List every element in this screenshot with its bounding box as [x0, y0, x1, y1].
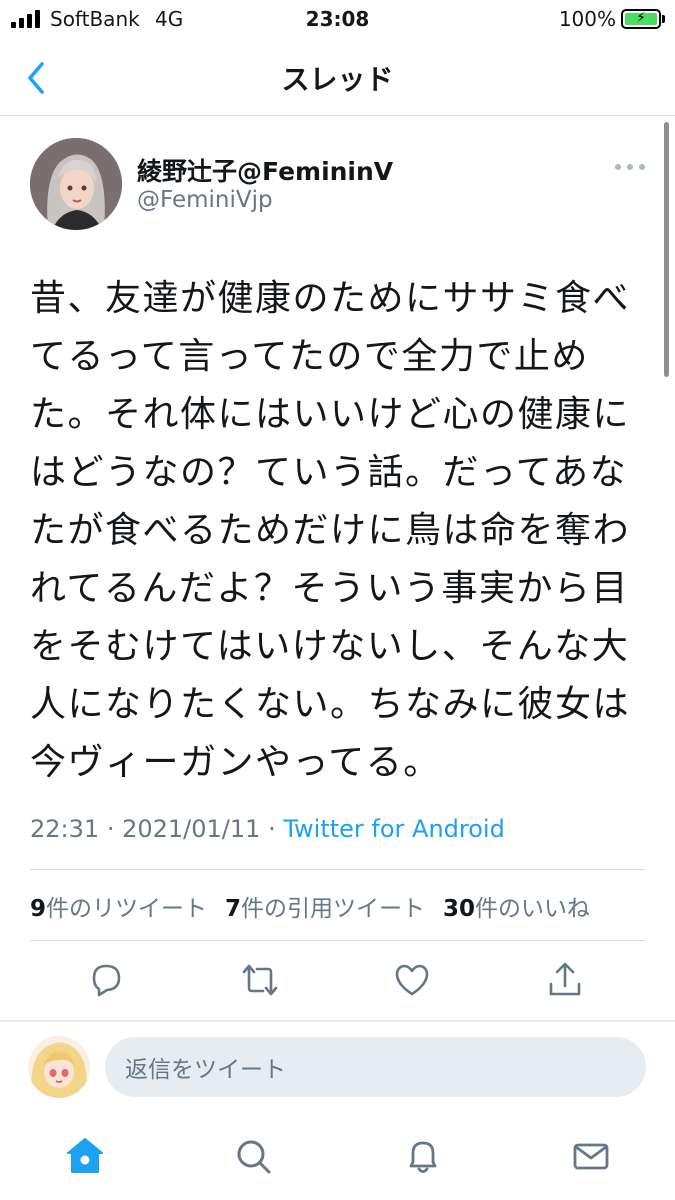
mail-icon [573, 1143, 609, 1170]
user-avatar-image [28, 1036, 90, 1098]
more-options-button[interactable] [615, 160, 645, 174]
avatar-image [30, 138, 122, 230]
tweet-meta: 22:31 · 2021/01/11 · Twitter for Android [30, 815, 505, 843]
tab-search[interactable] [233, 1136, 273, 1176]
tab-home[interactable] [65, 1136, 105, 1176]
bell-icon [409, 1141, 437, 1173]
retweets-count: 9 [30, 896, 47, 922]
reply-button[interactable] [86, 960, 126, 1000]
battery-percent: 100% [558, 7, 616, 31]
likes-count: 30 [443, 896, 476, 922]
tweet-time: 22:31 [30, 815, 100, 843]
retweets-stat[interactable]: 9件のリツイート [30, 889, 207, 923]
tab-notifications[interactable] [403, 1136, 443, 1176]
battery-icon: ⚡ [621, 9, 661, 29]
share-icon [549, 962, 581, 996]
tweet-text: 昔、友達が健康のためにササミ食べ てるって言ってたので全力で止め た。それ体には… [30, 278, 631, 783]
retweets-label: 件のリツイート [46, 896, 208, 922]
tweet-stats: 9件のリツイート 7件の引用ツイート 30件のいいね [30, 889, 650, 923]
more-dot-icon [615, 164, 621, 170]
meta-separator: · [106, 815, 115, 843]
author-display-name[interactable]: 綾野辻子@FemininV [137, 152, 393, 188]
status-bar: SoftBank 4G 23:08 100% ⚡ [0, 0, 675, 40]
quotes-stat[interactable]: 7件の引用ツイート [225, 889, 425, 923]
share-button[interactable] [545, 960, 585, 1000]
tweet-date: 2021/01/11 [122, 815, 261, 843]
likes-stat[interactable]: 30件のいいね [443, 889, 590, 923]
page-title: スレッド [281, 63, 394, 96]
likes-label: 件のいいね [475, 896, 591, 922]
retweet-icon [242, 964, 278, 996]
scrollbar[interactable] [664, 122, 669, 377]
quotes-label: 件の引用ツイート [241, 896, 426, 922]
divider [30, 940, 645, 941]
battery-tip [662, 15, 665, 23]
like-button[interactable] [392, 960, 432, 1000]
divider [30, 869, 645, 870]
home-icon [67, 1138, 103, 1173]
tab-messages[interactable] [571, 1136, 611, 1176]
search-icon [237, 1140, 271, 1174]
tweet-actions [0, 960, 675, 1000]
tweet-source-link[interactable]: Twitter for Android [283, 815, 504, 843]
heart-icon [395, 964, 429, 996]
reply-icon [92, 964, 121, 997]
section-divider [0, 1020, 675, 1022]
author-handle[interactable]: @FeminiVjp [137, 187, 273, 213]
current-user-avatar[interactable] [28, 1036, 90, 1098]
thread-header: スレッド [0, 40, 675, 116]
quotes-count: 7 [225, 896, 242, 922]
retweet-button[interactable] [240, 960, 280, 1000]
meta-separator: · [268, 815, 276, 843]
author-avatar[interactable] [30, 138, 122, 230]
reply-input[interactable]: 返信をツイート [105, 1037, 646, 1097]
